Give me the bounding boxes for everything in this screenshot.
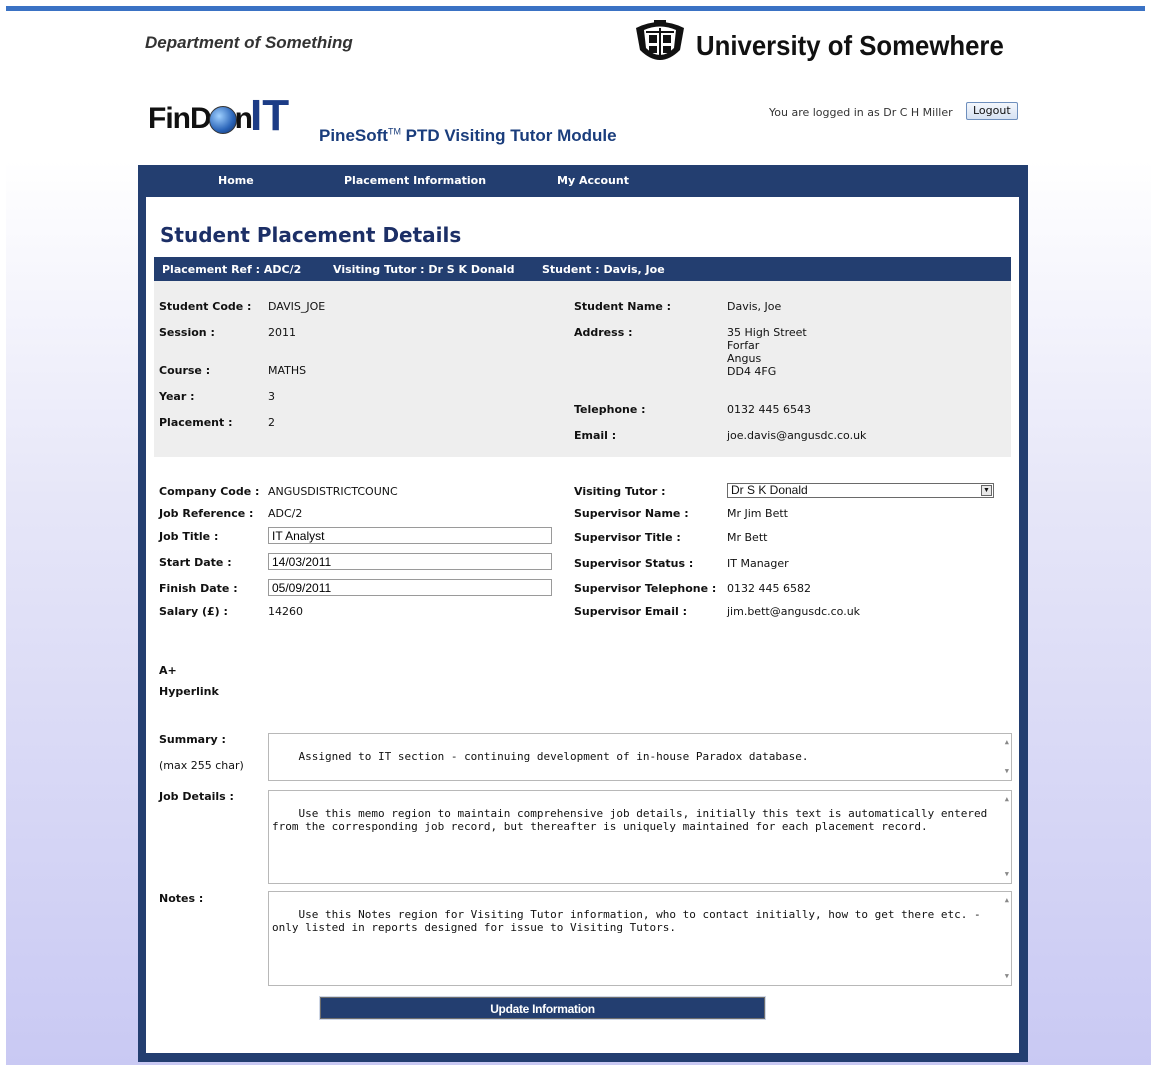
nav-my-account[interactable]: My Account: [557, 174, 629, 187]
salary-label: Salary (£) :: [159, 605, 228, 618]
scroll-up-icon[interactable]: ▲: [1005, 793, 1009, 806]
update-information-button[interactable]: Update Information: [319, 996, 766, 1020]
notes-textarea[interactable]: Use this Notes region for Visiting Tutor…: [268, 891, 1012, 986]
logged-in-status: You are logged in as Dr C H Miller: [769, 106, 953, 119]
session-label: Session :: [159, 326, 215, 339]
course-value: MATHS: [268, 364, 307, 377]
student-name-label: Student Name :: [574, 300, 672, 313]
job-reference-value: ADC/2: [268, 507, 303, 520]
visiting-tutor-select[interactable]: Dr S K Donald ▼: [727, 483, 994, 498]
university-brand: University of Somewhere: [630, 20, 1031, 72]
supervisor-status-value: IT Manager: [727, 557, 789, 570]
left-edge: [0, 11, 6, 1065]
university-name: University of Somewhere: [696, 30, 1004, 61]
notes-scrollbar[interactable]: ▲ ▼: [998, 892, 1011, 985]
summary-scrollbar[interactable]: ▲ ▼: [998, 734, 1011, 780]
university-crest-icon: [636, 20, 684, 60]
student-code-label: Student Code :: [159, 300, 252, 313]
refbar-visiting-tutor: Visiting Tutor : Dr S K Donald: [333, 263, 515, 276]
job-details-scrollbar[interactable]: ▲ ▼: [998, 791, 1011, 883]
telephone-label: Telephone :: [574, 403, 646, 416]
refbar-student: Student : Davis, Joe: [542, 263, 665, 276]
salary-value: 14260: [268, 605, 303, 618]
scroll-up-icon[interactable]: ▲: [1005, 736, 1009, 749]
finish-date-input[interactable]: [268, 579, 552, 596]
summary-hint: (max 255 char): [159, 759, 244, 772]
supervisor-title-value: Mr Bett: [727, 531, 768, 544]
a-plus-text: A+: [159, 664, 177, 677]
nav-home[interactable]: Home: [218, 174, 254, 187]
supervisor-email-label: Supervisor Email :: [574, 605, 687, 618]
top-accent-bar: [6, 6, 1145, 11]
nav-placement-information[interactable]: Placement Information: [344, 174, 486, 187]
year-label: Year :: [159, 390, 195, 403]
findonit-logo: FinD n IT: [148, 91, 290, 140]
placement-ref-bar: Placement Ref : ADC/2 Visiting Tutor : D…: [154, 257, 1011, 281]
course-label: Course :: [159, 364, 211, 377]
hyperlink-text[interactable]: Hyperlink: [159, 685, 219, 698]
company-code-value: ANGUSDISTRICTCOUNC: [268, 485, 398, 498]
supervisor-name-value: Mr Jim Bett: [727, 507, 788, 520]
main-nav: Home Placement Information My Account: [138, 165, 1028, 197]
content-panel: Student Placement Details Placement Ref …: [146, 197, 1019, 1053]
placement-label: Placement :: [159, 416, 233, 429]
telephone-value: 0132 445 6543: [727, 403, 811, 416]
module-name: PTD Visiting Tutor Module: [400, 126, 617, 145]
module-title: PineSoftTM PTD Visiting Tutor Module: [319, 126, 617, 146]
scroll-down-icon[interactable]: ▼: [1005, 868, 1009, 881]
address-value: 35 High Street Forfar Angus DD4 4FG: [727, 326, 807, 378]
job-title-input[interactable]: [268, 527, 552, 544]
supervisor-telephone-label: Supervisor Telephone :: [574, 582, 717, 595]
student-name-value: Davis, Joe: [727, 300, 782, 313]
page-title: Student Placement Details: [160, 223, 462, 247]
summary-textarea[interactable]: Assigned to IT section - continuing deve…: [268, 733, 1012, 781]
scroll-up-icon[interactable]: ▲: [1005, 894, 1009, 907]
department-name: Department of Something: [145, 33, 353, 52]
placement-ref: Placement Ref : ADC/2: [162, 263, 302, 276]
placement-value: 2: [268, 416, 275, 429]
job-details-label: Job Details :: [159, 790, 234, 803]
logout-button[interactable]: Logout: [966, 102, 1018, 120]
notes-text: Use this Notes region for Visiting Tutor…: [272, 908, 988, 934]
start-date-input[interactable]: [268, 553, 552, 570]
supervisor-telephone-value: 0132 445 6582: [727, 582, 811, 595]
app-header: FinD n IT PineSoftTM PTD Visiting Tutor …: [138, 80, 1028, 165]
job-details-textarea[interactable]: Use this memo region to maintain compreh…: [268, 790, 1012, 884]
start-date-label: Start Date :: [159, 556, 232, 569]
scroll-down-icon[interactable]: ▼: [1005, 970, 1009, 983]
finish-date-label: Finish Date :: [159, 582, 238, 595]
supervisor-name-label: Supervisor Name :: [574, 507, 689, 520]
supervisor-email-value: jim.bett@angusdc.co.uk: [727, 605, 861, 618]
dropdown-arrow-icon[interactable]: ▼: [981, 485, 992, 496]
scroll-down-icon[interactable]: ▼: [1005, 765, 1009, 778]
module-brand: PineSoft: [319, 126, 388, 145]
visiting-tutor-selected: Dr S K Donald: [731, 483, 808, 497]
email-label: Email :: [574, 429, 617, 442]
job-details-text: Use this memo region to maintain compreh…: [272, 807, 994, 833]
supervisor-status-label: Supervisor Status :: [574, 557, 694, 570]
job-title-label: Job Title :: [159, 530, 219, 543]
company-code-label: Company Code :: [159, 485, 260, 498]
visiting-tutor-label: Visiting Tutor :: [574, 485, 666, 498]
address-label: Address :: [574, 326, 633, 339]
notes-label: Notes :: [159, 892, 204, 905]
year-value: 3: [268, 390, 275, 403]
summary-label: Summary :: [159, 733, 226, 746]
job-reference-label: Job Reference :: [159, 507, 254, 520]
summary-text: Assigned to IT section - continuing deve…: [298, 750, 809, 763]
logo-text-fin: FinD: [148, 102, 212, 135]
session-value: 2011: [268, 326, 296, 339]
student-code-value: DAVIS_JOE: [268, 300, 326, 313]
logo-text-it: IT: [249, 91, 290, 140]
email-value: joe.davis@angusdc.co.uk: [727, 429, 867, 442]
supervisor-title-label: Supervisor Title :: [574, 531, 681, 544]
trademark-mark: TM: [387, 126, 401, 137]
globe-icon: [208, 106, 237, 134]
